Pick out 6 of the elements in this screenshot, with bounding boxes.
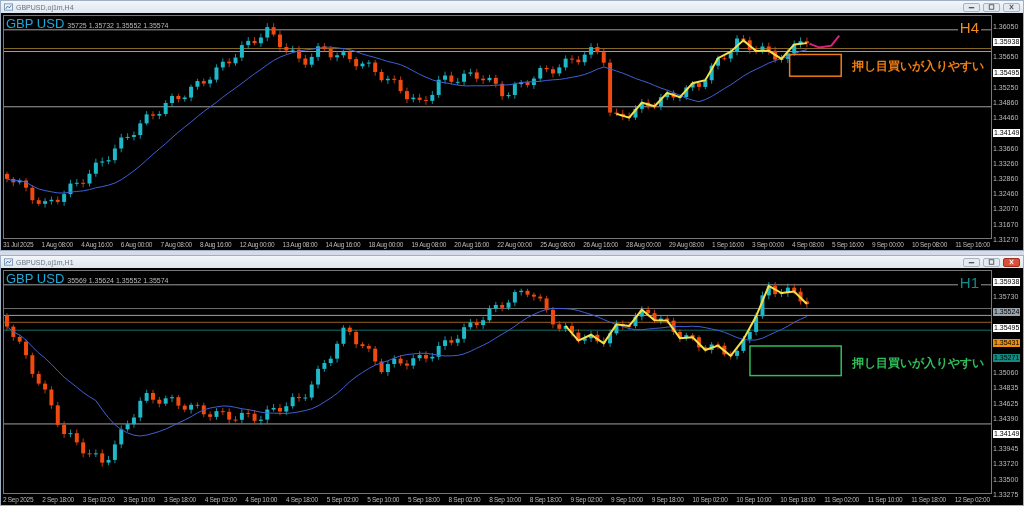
timeframe-label: H4	[957, 20, 981, 36]
annotation-text: 押し目買いが入りやすい	[852, 58, 984, 75]
annotation-text: 押し目買いが入りやすい	[852, 355, 984, 372]
timeframe-label: H1	[957, 275, 981, 291]
symbol-label: GBP USD	[6, 271, 65, 286]
symbol-label: GBP USD	[6, 16, 65, 31]
